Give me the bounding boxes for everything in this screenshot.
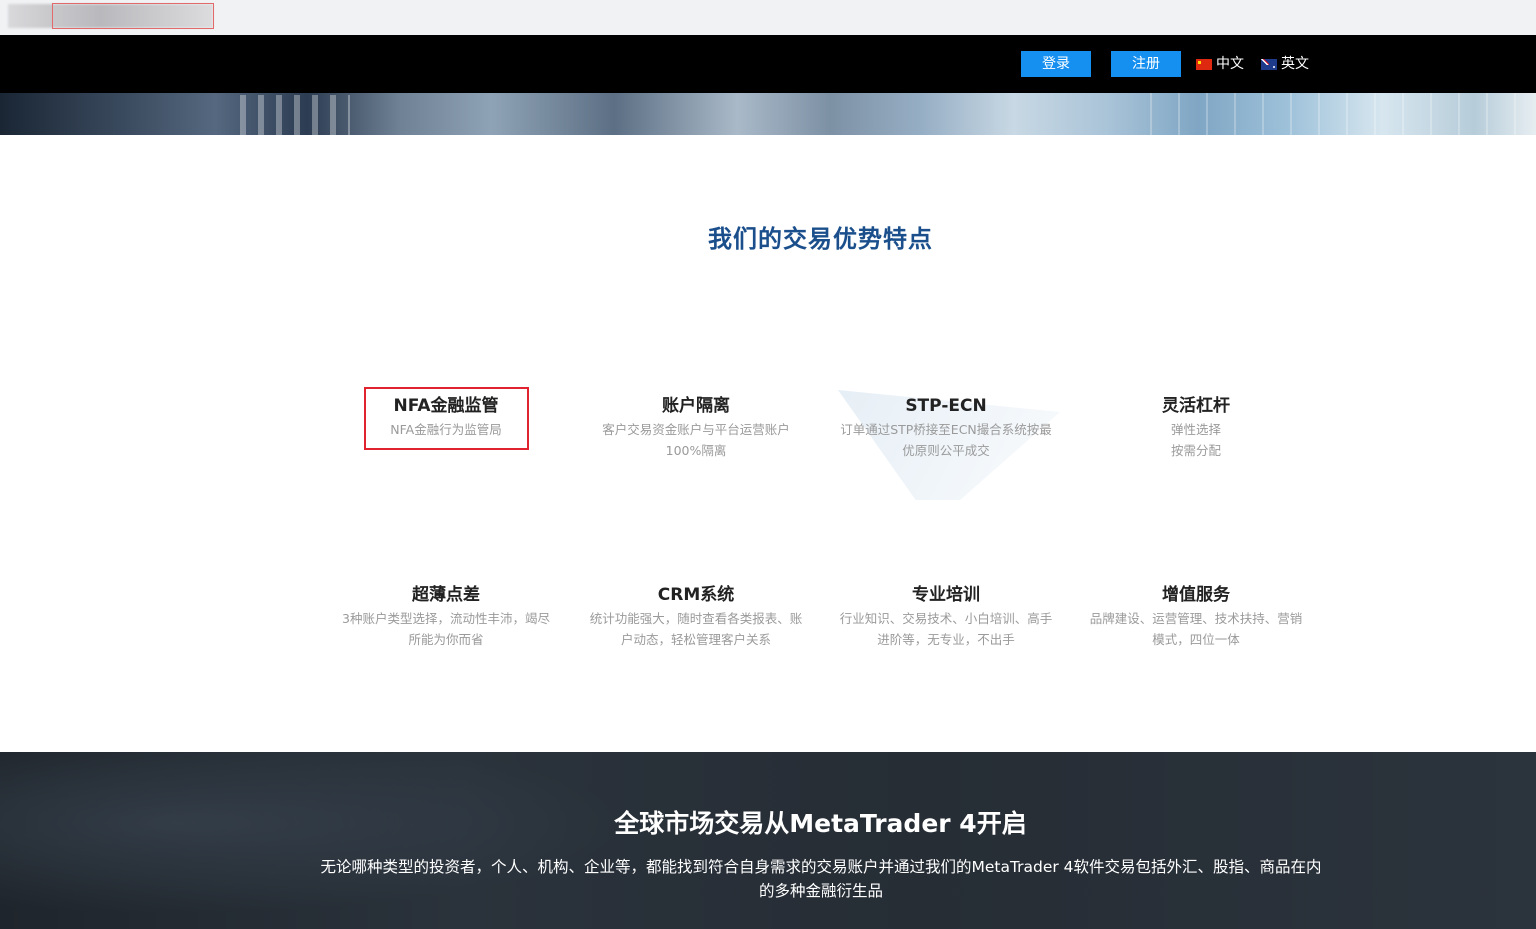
feature-value-added: 增值服务 品牌建设、运营管理、技术扶持、营销模式，四位一体 <box>1086 584 1306 650</box>
promo-description: 无论哪种类型的投资者，个人、机构、企业等，都能找到符合自身需求的交易账户并通过我… <box>320 858 1322 900</box>
feature-desc: 客户交易资金账户与平台运营账户100%隔离 <box>602 422 790 458</box>
lang-english-label: 英文 <box>1281 56 1309 72</box>
feature-desc: 弹性选择 按需分配 <box>1086 419 1306 461</box>
feature-title: 增值服务 <box>1162 585 1230 605</box>
feature-desc: 行业知识、交易技术、小白培训、高手进阶等，无专业，不出手 <box>839 611 1053 647</box>
feature-flexible-leverage: 灵活杠杆 弹性选择 按需分配 <box>1086 395 1306 461</box>
feature-desc: 统计功能强大，随时查看各类报表、账户动态，轻松管理客户关系 <box>589 611 803 647</box>
lang-chinese-link[interactable]: 中文 <box>1196 55 1244 73</box>
feature-desc: 品牌建设、运营管理、技术扶持、营销模式，四位一体 <box>1089 611 1303 647</box>
feature-title: 超薄点差 <box>412 585 480 605</box>
promo-section: 全球市场交易从MetaTrader 4开启 无论哪种类型的投资者，个人、机构、企… <box>0 752 1536 929</box>
lang-chinese-label: 中文 <box>1216 56 1244 72</box>
feature-title: CRM系统 <box>657 585 735 605</box>
hero-figures-decoration <box>240 95 350 135</box>
feature-desc-line: 弹性选择 <box>1170 422 1221 437</box>
australia-flag-icon <box>1261 58 1277 70</box>
logo-highlight-frame <box>52 3 214 29</box>
features-section: 我们的交易优势特点 NFA金融监管 NFA金融行为监管局 账户隔离 客户交易资金… <box>0 135 1536 752</box>
promo-heading: 全球市场交易从MetaTrader 4开启 <box>614 809 1027 838</box>
top-navbar: 登录 注册 中文 英文 <box>0 35 1536 93</box>
feature-stp-ecn: STP-ECN 订单通过STP桥接至ECN撮合系统按最优原则公平成交 <box>836 395 1056 461</box>
feature-training: 专业培训 行业知识、交易技术、小白培训、高手进阶等，无专业，不出手 <box>836 584 1056 650</box>
features-heading: 我们的交易优势特点 <box>708 225 933 253</box>
nfa-highlight-frame <box>364 387 529 450</box>
feature-thin-spread: 超薄点差 3种账户类型选择，流动性丰沛，竭尽所能为你而省 <box>336 584 556 650</box>
feature-title: 灵活杠杆 <box>1162 396 1230 416</box>
feature-desc: 订单通过STP桥接至ECN撮合系统按最优原则公平成交 <box>840 422 1052 458</box>
login-button[interactable]: 登录 <box>1021 51 1091 77</box>
feature-title: 账户隔离 <box>662 396 730 416</box>
feature-title: 专业培训 <box>912 585 980 605</box>
browser-top-strip <box>0 0 1536 35</box>
feature-desc-line: 按需分配 <box>1170 443 1221 458</box>
feature-title: STP-ECN <box>905 396 987 416</box>
hero-panel-decoration <box>1150 93 1536 135</box>
feature-crm: CRM系统 统计功能强大，随时查看各类报表、账户动态，轻松管理客户关系 <box>586 584 806 650</box>
register-button[interactable]: 注册 <box>1111 51 1181 77</box>
lang-english-link[interactable]: 英文 <box>1261 55 1309 73</box>
china-flag-icon <box>1196 58 1212 70</box>
feature-account-segregation: 账户隔离 客户交易资金账户与平台运营账户100%隔离 <box>586 395 806 461</box>
feature-desc: 3种账户类型选择，流动性丰沛，竭尽所能为你而省 <box>342 611 550 647</box>
hero-banner-image <box>0 93 1536 135</box>
